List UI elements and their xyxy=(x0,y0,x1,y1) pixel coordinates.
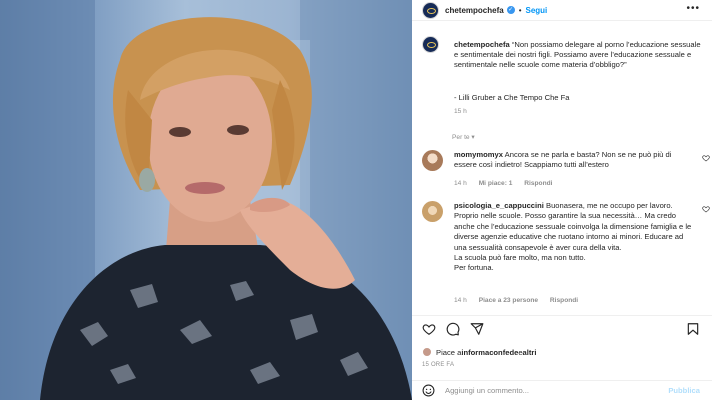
comment-input[interactable] xyxy=(445,386,645,395)
comment-body-line-3: Per fortuna. xyxy=(454,263,494,273)
translation-toggle[interactable]: Per te ▾ xyxy=(452,133,475,141)
comment-likes-count[interactable]: Mi piace: 1 xyxy=(479,180,513,187)
comment-username[interactable]: psicologia_e_cappuccini xyxy=(454,201,544,210)
add-comment-bar: Pubblica xyxy=(412,380,712,400)
post-side-panel: chetempochefa ✓ • Segui ••• chetempochef… xyxy=(412,0,712,400)
likes-prefix: Piace a xyxy=(436,347,462,357)
heart-icon[interactable] xyxy=(422,322,436,336)
liker-username[interactable]: informaconfede xyxy=(461,348,518,357)
caption-text: chetempochefa “Non possiamo delegare al … xyxy=(454,40,704,71)
liker-avatar[interactable] xyxy=(422,347,432,357)
likes-others-link[interactable]: altri xyxy=(523,348,537,357)
comment-text: momymomyx Ancora se ne parla e basta? No… xyxy=(454,150,694,171)
separator-dot: • xyxy=(518,5,522,15)
share-icon[interactable] xyxy=(470,322,484,336)
comment-time: 14 h xyxy=(454,297,467,304)
commenter-avatar[interactable] xyxy=(422,201,443,222)
comment-icon[interactable] xyxy=(446,322,460,336)
actions-divider xyxy=(412,315,712,316)
post-actions-bar xyxy=(422,322,702,338)
reply-button[interactable]: Rispondi xyxy=(550,297,578,304)
caption-timestamp: 15 h xyxy=(454,108,467,115)
comment-text: psicologia_e_cappuccini Buonasera, me ne… xyxy=(454,201,694,274)
publish-button[interactable]: Pubblica xyxy=(668,386,700,395)
verified-badge-icon: ✓ xyxy=(506,6,515,14)
portrait-illustration xyxy=(0,0,412,400)
comment-username[interactable]: momymomyx xyxy=(454,150,503,159)
likes-summary: Piace a informaconfede e altri xyxy=(422,347,536,357)
more-options-icon[interactable]: ••• xyxy=(686,3,700,14)
comment-meta: 14 h Mi piace: 1 Rispondi xyxy=(454,180,562,187)
comment-time: 14 h xyxy=(454,180,467,187)
commenter-avatar[interactable] xyxy=(422,150,443,171)
post-time-ago: 15 ORE FA xyxy=(422,362,455,368)
emoji-icon[interactable] xyxy=(422,384,435,397)
post-header: chetempochefa ✓ • Segui ••• xyxy=(412,0,712,21)
caption-quote-author: - Lilli Gruber a Che Tempo Che Fa xyxy=(454,93,570,102)
post-author-username[interactable]: chetempochefa xyxy=(445,6,504,15)
comment-body-line-2: La scuola può fare molto, ma non tutto. xyxy=(454,253,586,263)
comment-meta: 14 h Piace a 23 persone Rispondi xyxy=(454,297,588,304)
caption-avatar[interactable] xyxy=(422,36,439,53)
post-image xyxy=(0,0,412,400)
comment-like-heart-icon[interactable] xyxy=(702,154,710,162)
bookmark-icon[interactable] xyxy=(686,322,700,336)
reply-button[interactable]: Rispondi xyxy=(524,180,552,187)
caption-username[interactable]: chetempochefa xyxy=(454,40,510,49)
comment-like-heart-icon[interactable] xyxy=(702,205,710,213)
comment-likes-count[interactable]: Piace a 23 persone xyxy=(479,297,538,304)
brand-avatar-icon[interactable] xyxy=(422,1,439,19)
follow-button[interactable]: Segui xyxy=(526,6,548,15)
